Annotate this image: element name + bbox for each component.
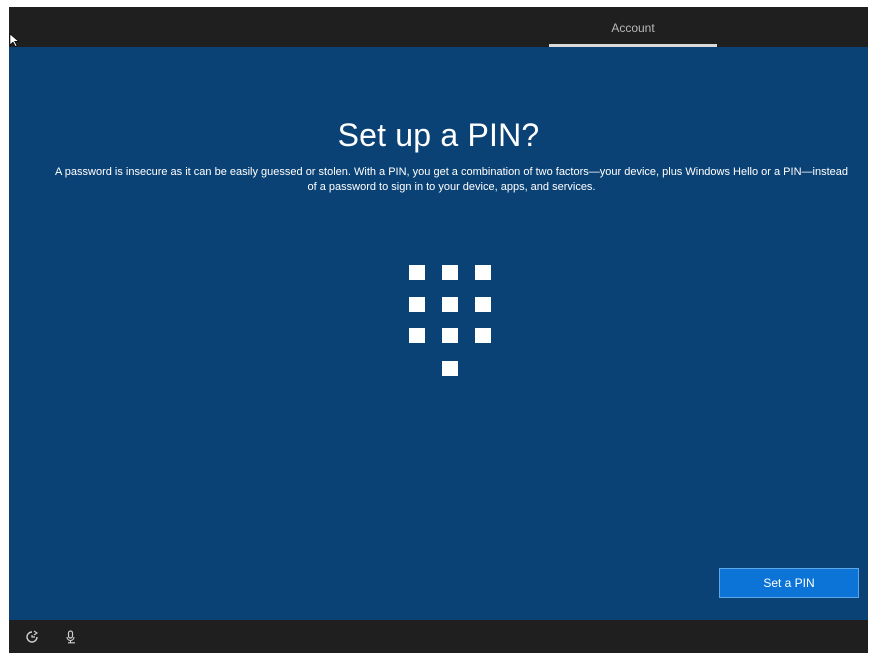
keypad-key <box>409 265 425 280</box>
microphone-icon[interactable] <box>64 630 78 644</box>
keypad-key <box>475 328 491 343</box>
keypad-key <box>409 297 425 312</box>
top-bar: Account <box>9 7 868 47</box>
main-panel: Set up a PIN? A password is insecure as … <box>9 47 868 620</box>
ease-of-access-icon[interactable] <box>25 630 39 644</box>
page-title: Set up a PIN? <box>337 117 540 153</box>
keypad-key <box>442 265 458 280</box>
keypad-key <box>475 297 491 312</box>
set-a-pin-button[interactable]: Set a PIN <box>719 568 859 598</box>
bottom-bar <box>9 620 868 653</box>
keypad-key <box>442 297 458 312</box>
pin-keypad-icon <box>409 265 494 377</box>
setup-window: Account Set up a PIN? A password is inse… <box>9 7 868 653</box>
mouse-pointer-icon <box>9 33 20 47</box>
keypad-key <box>442 361 458 376</box>
keypad-key <box>442 328 458 343</box>
page-description: A password is insecure as it can be easi… <box>55 166 848 193</box>
keypad-key <box>475 265 491 280</box>
keypad-key <box>409 328 425 343</box>
tab-account[interactable]: Account <box>549 7 717 47</box>
